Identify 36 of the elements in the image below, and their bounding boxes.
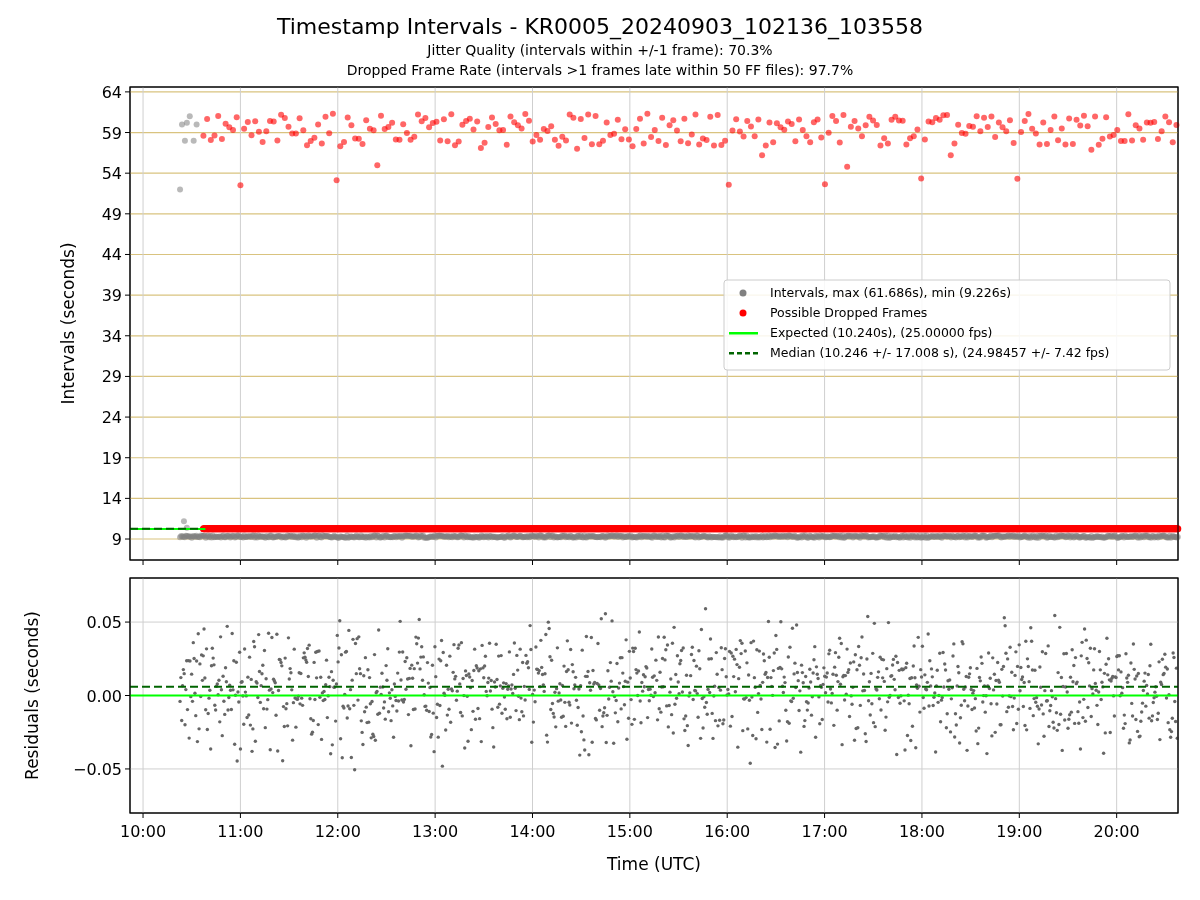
y-tick-label: 19 — [101, 448, 122, 468]
y-tick-label: −0.05 — [72, 759, 122, 779]
x-tick-label: 10:00 — [120, 822, 167, 841]
chart-subtitle: Dropped Frame Rate (intervals >1 frames late within 50 FF files): 97.7% — [346, 61, 854, 80]
legend-label: Possible Dropped Frames — [770, 305, 928, 320]
y-tick-label: 0.00 — [86, 686, 122, 706]
y-tick-label: 9 — [111, 530, 122, 549]
y-tick-label: 64 — [101, 85, 122, 102]
x-tick-label: 14:00 — [509, 822, 556, 841]
x-tick-label: 11:00 — [217, 822, 264, 841]
x-tick-label: 20:00 — [1093, 822, 1140, 841]
y-tick-label: 54 — [101, 164, 122, 184]
x-tick-label: 12:00 — [314, 822, 361, 841]
x-tick-label: 16:00 — [704, 822, 751, 841]
legend-label: Expected (10.240s), (25.00000 fps) — [770, 325, 993, 340]
y-tick-label: 24 — [101, 408, 122, 428]
y-axis-label: Intervals (seconds) — [58, 242, 78, 405]
y-tick-label: 34 — [101, 326, 122, 346]
chart-title: Timestamp Intervals - KR0005_20240903_102136_103558 — [276, 14, 924, 40]
legend-label: Median (10.246 +/- 17.008 s), (24.98457 +/- 7.42 fps) — [770, 345, 1110, 360]
y-tick-label: 14 — [101, 489, 122, 509]
x-tick-label: 13:00 — [412, 822, 459, 841]
y-axis-label: Residuals (seconds) — [22, 611, 42, 780]
x-tick-label: 17:00 — [801, 822, 848, 841]
x-tick-label: 15:00 — [606, 822, 653, 841]
x-tick-label: 18:00 — [898, 822, 945, 841]
x-tick-label: 19:00 — [996, 822, 1043, 841]
y-tick-label: 29 — [101, 367, 122, 387]
y-tick-label: 44 — [101, 245, 122, 265]
y-tick-label: 39 — [101, 286, 122, 306]
y-tick-label: 59 — [101, 123, 122, 143]
x-axis-label: Time (UTC) — [607, 854, 701, 874]
y-tick-label: 0.05 — [86, 613, 122, 633]
legend-label: Intervals, max (61.686s), min (9.226s) — [770, 285, 1012, 300]
chart-subtitle: Jitter Quality (intervals within +/-1 frame): 70.3% — [427, 41, 773, 60]
y-tick-label: 49 — [101, 204, 122, 224]
